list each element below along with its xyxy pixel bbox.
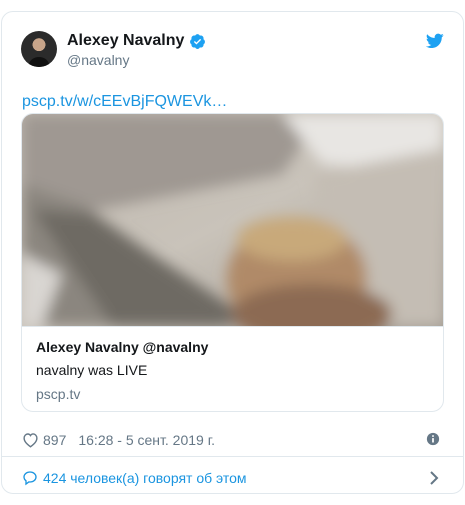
card-title: Alexey Navalny @navalny <box>36 339 209 355</box>
twitter-bird-icon[interactable] <box>426 33 444 49</box>
author-name-row[interactable]: Alexey Navalny <box>67 32 206 50</box>
blurred-video-frame <box>22 114 443 326</box>
comment-bubble-icon <box>23 471 37 486</box>
card-description: navalny was LIVE <box>36 362 148 378</box>
embedded-tweet: Alexey Navalny @navalny pscp.tv/w/cEEvBj… <box>1 11 464 494</box>
avatar[interactable] <box>21 31 57 67</box>
info-icon[interactable] <box>426 432 440 446</box>
tweet-meta: 897 16:28 - 5 сент. 2019 г. <box>22 430 444 450</box>
link-card[interactable]: Alexey Navalny @navalny navalny was LIVE… <box>21 113 444 412</box>
like-count[interactable]: 897 <box>43 432 66 448</box>
chevron-right-icon[interactable] <box>428 470 440 486</box>
card-body: Alexey Navalny @navalny navalny was LIVE… <box>22 326 443 411</box>
tweet-link[interactable]: pscp.tv/w/cEEvBjFQWEVk… <box>22 93 227 111</box>
author-name[interactable]: Alexey Navalny <box>67 32 184 50</box>
video-thumbnail[interactable] <box>22 114 443 326</box>
author-handle[interactable]: @navalny <box>67 52 129 68</box>
conversation-text[interactable]: 424 человек(а) говорят об этом <box>43 470 247 486</box>
conversation-link[interactable]: 424 человек(а) говорят об этом <box>22 467 444 489</box>
verified-badge-icon <box>190 33 206 49</box>
tweet-timestamp[interactable]: 16:28 - 5 сент. 2019 г. <box>78 432 215 448</box>
heart-icon[interactable] <box>22 432 39 448</box>
tweet-header: Alexey Navalny @navalny <box>21 31 444 71</box>
footer-divider <box>2 456 463 457</box>
card-domain: pscp.tv <box>36 386 81 402</box>
